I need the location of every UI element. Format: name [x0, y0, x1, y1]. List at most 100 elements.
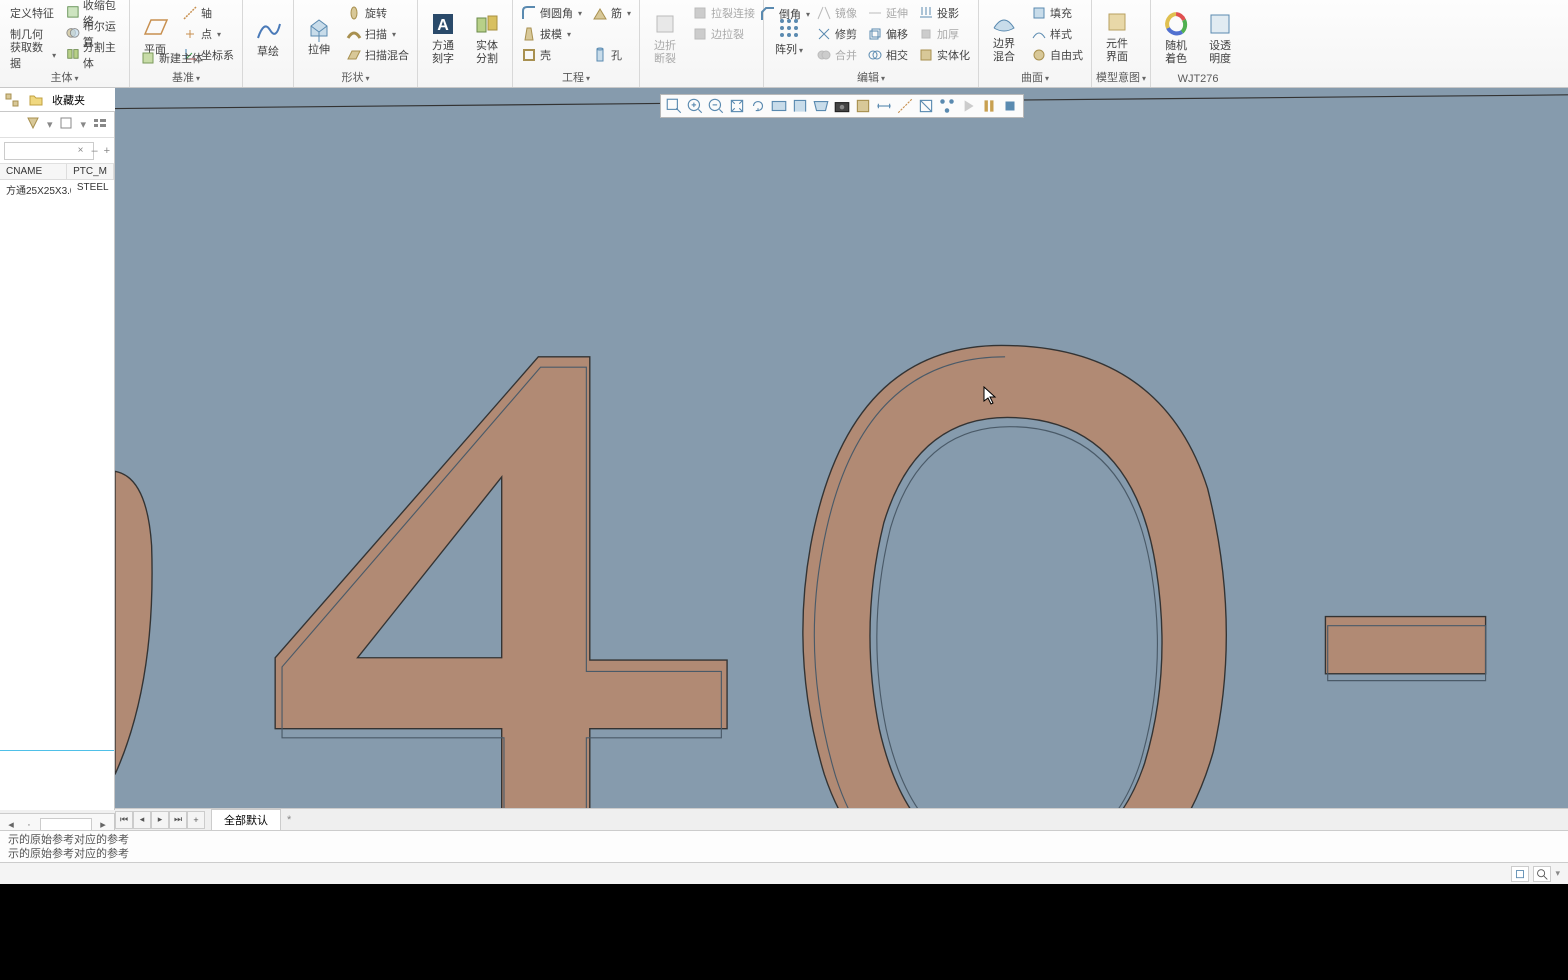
boundaryblend-icon — [990, 8, 1018, 36]
offset-btn[interactable]: 偏移 — [863, 24, 912, 44]
extend-btn: 延伸 — [863, 3, 912, 23]
trim-btn[interactable]: 修剪 — [812, 24, 861, 44]
sheet-tab-default[interactable]: 全部默认 — [211, 809, 281, 830]
status-bar: ▾ — [0, 862, 1568, 884]
group-edit-label[interactable]: 编辑 — [768, 68, 974, 86]
pause-icon[interactable] — [980, 97, 998, 115]
zoom-in-icon[interactable] — [686, 97, 704, 115]
annotations-icon[interactable] — [875, 97, 893, 115]
sweep-btn[interactable]: 扫描 — [342, 24, 413, 44]
refit-icon[interactable] — [728, 97, 746, 115]
side-tabs: 收藏夹 — [0, 88, 115, 112]
sheet-last-icon[interactable]: ⏭ — [169, 811, 187, 829]
clear-filter-icon[interactable]: × — [78, 145, 84, 156]
revolve-btn[interactable]: 旋转 — [342, 3, 413, 23]
intersect-icon — [867, 47, 883, 63]
scroll-tiny-icon[interactable]: · — [22, 819, 36, 831]
snapshot-icon[interactable] — [833, 97, 851, 115]
sheet-first-icon[interactable]: ⏮ — [115, 811, 133, 829]
fill-btn[interactable]: 填充 — [1027, 3, 1087, 23]
spacer1 — [588, 24, 635, 44]
zoom-out-icon[interactable] — [707, 97, 725, 115]
tree-tool1-icon[interactable] — [25, 115, 41, 134]
sheet-next-icon[interactable]: ▸ — [151, 811, 169, 829]
favorites-tab[interactable]: 收藏夹 — [52, 92, 85, 108]
group-datum-label[interactable]: 基准 — [134, 68, 238, 86]
style-icon — [1031, 26, 1047, 42]
splitbody-btn[interactable]: 分割主体 — [62, 45, 125, 65]
axis-btn[interactable]: 轴 — [178, 3, 238, 23]
tree-tool2-icon[interactable] — [58, 115, 74, 134]
sketch-btn[interactable]: 草绘 — [247, 3, 289, 72]
boundaryblend-btn[interactable]: 边界 混合 — [983, 3, 1025, 68]
chamfer-btn[interactable]: 倒角 — [756, 4, 814, 24]
hole-btn[interactable]: 孔 — [588, 45, 635, 65]
project-btn[interactable]: 投影 — [914, 3, 974, 23]
trim-icon — [816, 26, 832, 42]
filter-dash[interactable]: – — [91, 145, 97, 157]
stop-icon[interactable] — [1001, 97, 1019, 115]
style-btn[interactable]: 样式 — [1027, 24, 1087, 44]
newbody-btn[interactable]: 新建主体 — [136, 48, 207, 68]
group-shape-label[interactable]: 形状 — [298, 68, 413, 86]
udf-btn[interactable]: 定义特征 — [6, 3, 60, 23]
draft-btn[interactable]: 拔模 — [517, 24, 586, 44]
rib-btn[interactable]: 筋 — [588, 3, 635, 23]
spin-icon[interactable] — [749, 97, 767, 115]
split-icon — [66, 47, 80, 63]
perspective-icon[interactable] — [812, 97, 830, 115]
explode-icon[interactable] — [938, 97, 956, 115]
sweptblend-icon — [346, 47, 362, 63]
intersect-btn[interactable]: 相交 — [863, 45, 912, 65]
savedviews-icon[interactable] — [791, 97, 809, 115]
displaystyle-icon[interactable] — [854, 97, 872, 115]
status-find-icon[interactable] — [1533, 866, 1551, 882]
graphics-area[interactable] — [115, 88, 1568, 810]
solidify-icon — [918, 47, 934, 63]
edgebreak-btn: 边折 断裂 — [644, 3, 686, 72]
group-wjt-label: WJT276 — [1155, 72, 1241, 86]
round-icon — [521, 5, 537, 21]
solidify-btn[interactable]: 实体化 — [914, 45, 974, 65]
table-row[interactable]: 方通25X25X3.0 STEEL — [0, 180, 114, 199]
tree-tab-icon[interactable] — [4, 92, 20, 108]
group-intent-label[interactable]: 模型意图 — [1096, 68, 1146, 86]
solidsplit-btn[interactable]: 实体 分割 — [466, 3, 508, 72]
extrude-btn[interactable]: 拉伸 — [298, 3, 340, 68]
xsec-icon[interactable] — [917, 97, 935, 115]
shell-btn[interactable]: 壳 — [517, 45, 586, 65]
randomcolor-btn[interactable]: 随机 着色 — [1155, 3, 1197, 72]
group-body-label[interactable]: 主体 — [4, 68, 125, 86]
round-btn[interactable]: 倒圆角 — [517, 3, 586, 23]
play-icon — [959, 97, 977, 115]
shell-icon — [521, 47, 537, 63]
tree-tool3-icon[interactable] — [92, 115, 108, 134]
sheet-add-icon[interactable]: + — [187, 811, 205, 829]
thicken-btn: 加厚 — [914, 24, 974, 44]
point-btn[interactable]: 点 — [178, 24, 238, 44]
transparency-icon — [1206, 10, 1234, 38]
extrude-icon — [305, 14, 333, 42]
compiface-btn[interactable]: 元件 界面 — [1096, 3, 1138, 68]
revolve-icon — [346, 5, 362, 21]
datums-icon[interactable] — [896, 97, 914, 115]
getdata-btn[interactable]: 获取数据 — [6, 45, 60, 65]
zoom-window-icon[interactable] — [665, 97, 683, 115]
filter-plus[interactable]: + — [104, 145, 110, 157]
status-3d-icon[interactable] — [1511, 866, 1529, 882]
axis-icon — [182, 5, 198, 21]
group-surf-label[interactable]: 曲面 — [983, 68, 1087, 86]
engrave-btn[interactable]: A 方通 刻字 — [422, 3, 464, 72]
group-eng-label[interactable]: 工程 — [517, 68, 635, 86]
sweptblend-btn[interactable]: 扫描混合 — [342, 45, 413, 65]
sheet-prev-icon[interactable]: ◂ — [133, 811, 151, 829]
transparency-btn[interactable]: 设透 明度 — [1199, 3, 1241, 72]
ripconnect-btn: 拉裂连接 — [688, 3, 759, 23]
solidsplit-icon — [473, 10, 501, 38]
viewmode-icon[interactable] — [770, 97, 788, 115]
status-dd-icon[interactable]: ▾ — [1555, 868, 1560, 879]
plane-icon — [141, 14, 169, 42]
folder-tab-icon[interactable] — [28, 92, 44, 108]
draft-icon — [521, 26, 537, 42]
freestyle-btn[interactable]: 自由式 — [1027, 45, 1087, 65]
